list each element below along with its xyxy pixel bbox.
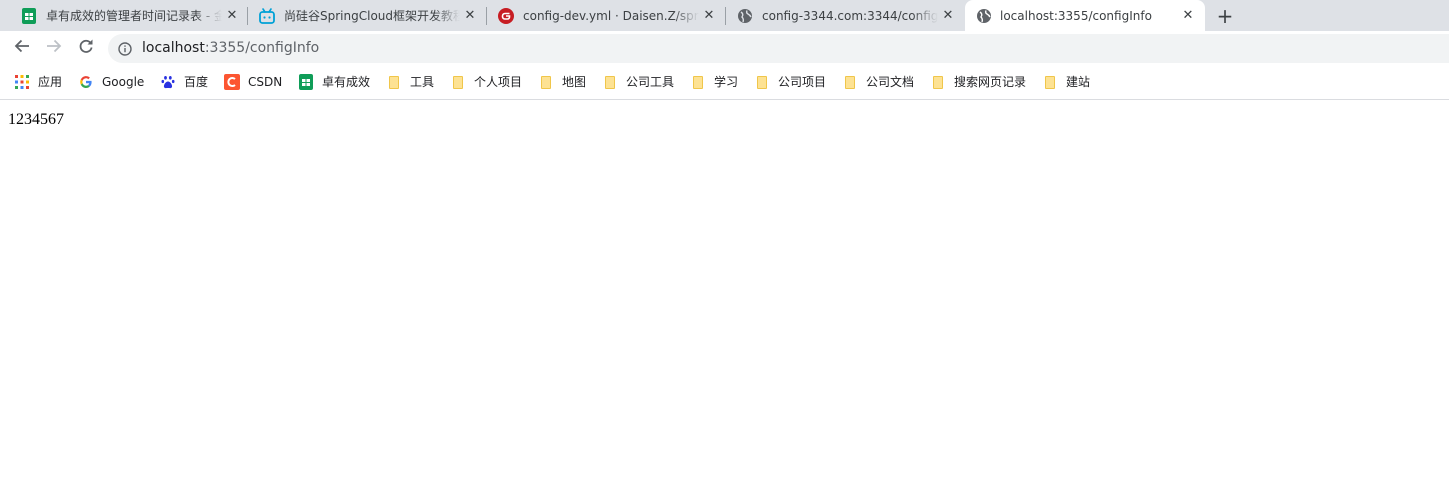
bookmark-label: 公司项目 — [778, 75, 827, 89]
bookmark-folder-tools[interactable]: 工具 — [386, 73, 434, 91]
folder-icon — [754, 74, 770, 90]
browser-toolbar: localhost:3355/configInfo — [0, 31, 1449, 66]
bookmark-folder-search-history[interactable]: 搜索网页记录 — [930, 73, 1026, 91]
bookmarks-bar: 应用 Google 百度 CSDN 卓有成效 工具 个人项目 地图 公司工具 学… — [0, 66, 1449, 100]
sheets-icon — [298, 74, 314, 90]
close-tab-icon[interactable]: ✕ — [701, 7, 717, 23]
bookmark-effective[interactable]: 卓有成效 — [298, 73, 370, 91]
back-arrow-icon — [14, 38, 30, 58]
bookmark-label: 学习 — [714, 75, 739, 89]
close-tab-icon[interactable]: ✕ — [462, 7, 478, 23]
page-content: 1234567 — [0, 100, 1449, 495]
bookmark-label: 建站 — [1066, 75, 1091, 89]
sheets-icon — [21, 8, 37, 24]
bookmark-folder-maps[interactable]: 地图 — [538, 73, 586, 91]
forward-arrow-icon — [46, 38, 62, 58]
apps-grid-icon — [14, 74, 30, 90]
tab-gitee-config-dev[interactable]: config-dev.yml · Daisen.Z/spri ✕ — [479, 0, 725, 31]
tab-title: config-3344.com:3344/config- — [762, 9, 938, 23]
bookmark-label: 个人项目 — [474, 75, 523, 89]
folder-icon — [602, 74, 618, 90]
bookmark-label: 地图 — [562, 75, 587, 89]
bookmark-label: 工具 — [410, 75, 435, 89]
tab-localhost-configinfo[interactable]: localhost:3355/configInfo ✕ — [965, 0, 1205, 31]
folder-icon — [690, 74, 706, 90]
bookmark-folder-study[interactable]: 学习 — [690, 73, 738, 91]
site-info-icon[interactable] — [118, 41, 132, 56]
bookmark-folder-company-tools[interactable]: 公司工具 — [602, 73, 674, 91]
bilibili-icon — [259, 8, 275, 24]
tab-time-log-sheet[interactable]: 卓有成效的管理者时间记录表 - 金 ✕ — [2, 0, 247, 31]
bookmark-folder-personal-projects[interactable]: 个人项目 — [450, 73, 522, 91]
folder-icon — [450, 74, 466, 90]
bookmark-baidu[interactable]: 百度 — [160, 73, 208, 91]
folder-icon — [386, 74, 402, 90]
back-button[interactable] — [10, 36, 34, 60]
close-tab-icon[interactable]: ✕ — [224, 7, 240, 23]
gitee-icon — [498, 8, 514, 24]
google-icon — [78, 74, 94, 90]
bookmark-label: 公司工具 — [626, 75, 675, 89]
folder-icon — [538, 74, 554, 90]
bookmark-folder-company-docs[interactable]: 公司文档 — [842, 73, 914, 91]
baidu-icon — [160, 74, 176, 90]
reload-button[interactable] — [74, 36, 98, 60]
address-bar[interactable]: localhost:3355/configInfo — [108, 34, 1449, 63]
close-tab-icon[interactable]: ✕ — [940, 7, 956, 23]
bookmark-google[interactable]: Google — [78, 73, 144, 91]
tab-strip: 卓有成效的管理者时间记录表 - 金 ✕ 尚硅谷SpringCloud框架开发教程… — [0, 0, 1449, 31]
bookmark-folder-company-projects[interactable]: 公司项目 — [754, 73, 826, 91]
bookmark-csdn[interactable]: CSDN — [224, 73, 282, 91]
bookmark-label: 公司文档 — [866, 75, 915, 89]
bookmark-label: CSDN — [248, 75, 283, 89]
forward-button[interactable] — [42, 36, 66, 60]
new-tab-button[interactable]: + — [1214, 4, 1236, 28]
folder-icon — [842, 74, 858, 90]
bookmark-label: 应用 — [38, 75, 63, 89]
folder-icon — [930, 74, 946, 90]
globe-icon — [976, 8, 992, 24]
bookmark-label: 卓有成效 — [322, 75, 371, 89]
folder-icon — [1042, 74, 1058, 90]
bookmark-folder-site-building[interactable]: 建站 — [1042, 73, 1090, 91]
config-info-text: 1234567 — [8, 111, 64, 128]
csdn-icon — [224, 74, 240, 90]
globe-icon — [737, 8, 753, 24]
close-tab-icon[interactable]: ✕ — [1180, 7, 1196, 23]
tab-title: config-dev.yml · Daisen.Z/spri — [523, 9, 699, 23]
tab-title: 尚硅谷SpringCloud框架开发教程 — [284, 9, 460, 23]
url-path: :3355/configInfo — [204, 40, 320, 56]
url-text[interactable]: localhost:3355/configInfo — [142, 40, 319, 57]
url-host: localhost — [142, 40, 205, 56]
bookmark-label: 搜索网页记录 — [954, 75, 1027, 89]
bookmark-label: 百度 — [184, 75, 209, 89]
tab-springcloud-course[interactable]: 尚硅谷SpringCloud框架开发教程 ✕ — [240, 0, 486, 31]
reload-icon — [78, 38, 94, 58]
tab-title: 卓有成效的管理者时间记录表 - 金 — [46, 9, 222, 23]
tab-config-3344[interactable]: config-3344.com:3344/config- ✕ — [718, 0, 964, 31]
tab-title: localhost:3355/configInfo — [1000, 9, 1152, 23]
bookmark-label: Google — [102, 75, 145, 89]
bookmark-apps[interactable]: 应用 — [14, 73, 62, 91]
